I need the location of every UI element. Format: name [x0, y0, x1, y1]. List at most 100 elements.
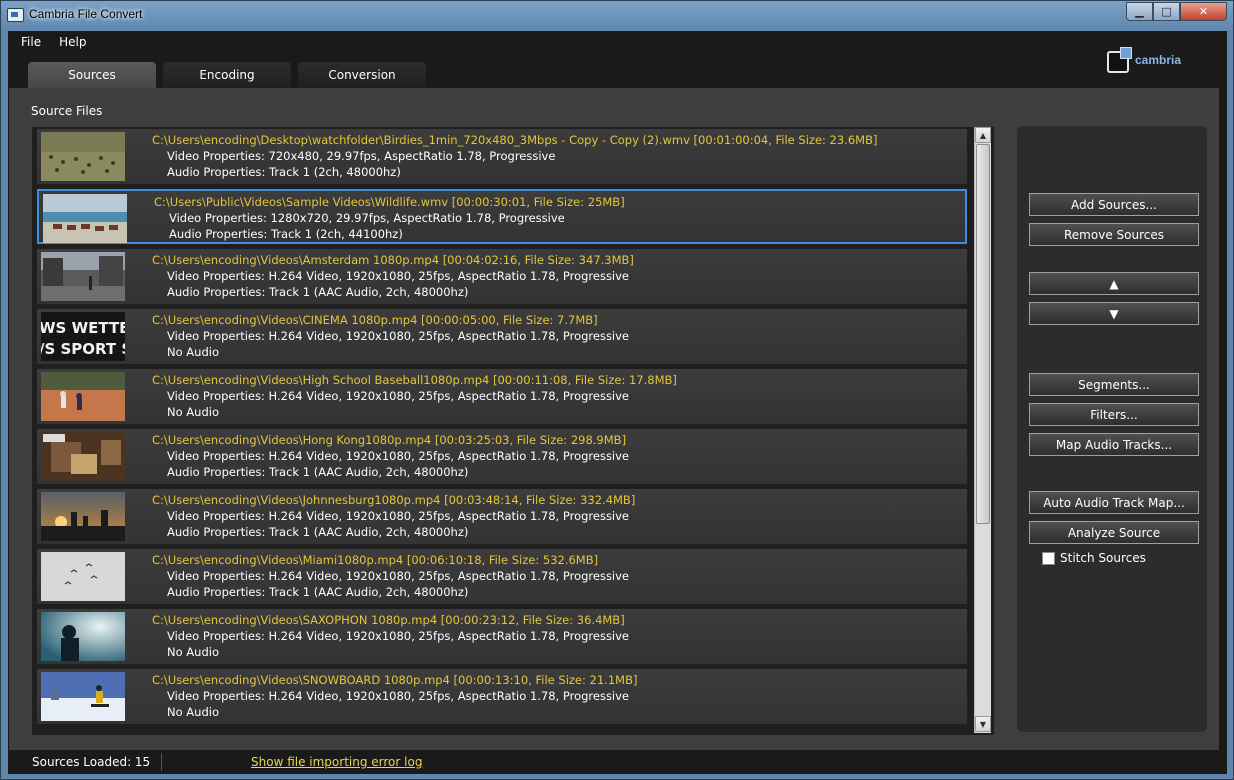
status-separator: [161, 753, 162, 771]
scroll-down-arrow-icon[interactable]: ▼: [975, 716, 991, 732]
source-thumbnail: [41, 372, 125, 421]
source-path: C:\Users\encoding\Videos\High School Bas…: [152, 373, 677, 387]
audio-properties: No Audio: [167, 645, 219, 659]
source-list-item[interactable]: C:\Users\encoding\Desktop\watchfolder\Bi…: [37, 129, 967, 184]
map-audio-tracks-button[interactable]: Map Audio Tracks...: [1029, 433, 1199, 456]
move-up-button[interactable]: ▲: [1029, 272, 1199, 295]
source-thumbnail: [43, 194, 127, 243]
source-list-item[interactable]: C:\Users\encoding\Videos\Miami1080p.mp4 …: [37, 549, 967, 604]
source-list-item[interactable]: C:\Users\encoding\Videos\Johnnesburg1080…: [37, 489, 967, 544]
stitch-sources-label: Stitch Sources: [1060, 551, 1146, 565]
add-sources-button[interactable]: Add Sources...: [1029, 193, 1199, 216]
source-thumbnail: [41, 672, 125, 721]
video-properties: Video Properties: 720x480, 29.97fps, Asp…: [167, 149, 556, 163]
thumb-text: /S SPORT SC: [41, 340, 125, 358]
cambria-logo: cambria: [1107, 47, 1189, 77]
scrollbar-thumb[interactable]: [976, 144, 990, 524]
window-controls: ▁ □ ✕: [1126, 2, 1227, 21]
source-actions-panel: Add Sources... Remove Sources ▲ ▼ Segmen…: [1017, 126, 1207, 732]
video-properties: Video Properties: H.264 Video, 1920x1080…: [167, 689, 630, 703]
audio-properties: No Audio: [167, 345, 219, 359]
source-details: C:\Users\encoding\Videos\Hong Kong1080p.…: [152, 432, 629, 480]
logo-text: cambria: [1135, 53, 1182, 67]
source-thumbnail: [41, 252, 125, 301]
tab-encoding[interactable]: Encoding: [163, 62, 291, 88]
source-list-item[interactable]: C:\Users\encoding\Videos\SAXOPHON 1080p.…: [37, 609, 967, 664]
source-list-item[interactable]: C:\Users\encoding\Videos\Hong Kong1080p.…: [37, 429, 967, 484]
source-details: C:\Users\encoding\Videos\CINEMA 1080p.mp…: [152, 312, 629, 360]
source-details: C:\Users\encoding\Videos\Johnnesburg1080…: [152, 492, 635, 540]
source-path: C:\Users\encoding\Videos\Hong Kong1080p.…: [152, 433, 627, 447]
tab-conversion[interactable]: Conversion: [298, 62, 426, 88]
menu-bar: File Help: [8, 31, 1227, 53]
audio-properties: Audio Properties: Track 1 (2ch, 48000hz): [167, 165, 401, 179]
source-details: C:\Users\encoding\Videos\SNOWBOARD 1080p…: [152, 672, 637, 720]
source-path: C:\Users\encoding\Videos\Johnnesburg1080…: [152, 493, 636, 507]
source-path: C:\Users\encoding\Videos\CINEMA 1080p.mp…: [152, 313, 598, 327]
audio-properties: Audio Properties: Track 1 (AAC Audio, 2c…: [167, 525, 469, 539]
source-list-item[interactable]: C:\Users\encoding\Videos\High School Bas…: [37, 369, 967, 424]
source-path: C:\Users\encoding\Videos\SAXOPHON 1080p.…: [152, 613, 625, 627]
main-tabs: Sources Encoding Conversion: [28, 62, 426, 88]
source-thumbnail: [41, 132, 125, 181]
source-details: C:\Users\encoding\Videos\SAXOPHON 1080p.…: [152, 612, 629, 660]
analyze-source-button[interactable]: Analyze Source: [1029, 521, 1199, 544]
source-details: C:\Users\Public\Videos\Sample Videos\Wil…: [154, 194, 625, 242]
video-properties: Video Properties: H.264 Video, 1920x1080…: [167, 509, 630, 523]
tab-sources[interactable]: Sources: [28, 62, 156, 88]
app-window: Cambria File Convert ▁ □ ✕ File Help cam…: [0, 0, 1234, 780]
source-details: C:\Users\encoding\Videos\Amsterdam 1080p…: [152, 252, 634, 300]
source-details: C:\Users\encoding\Desktop\watchfolder\Bi…: [152, 132, 877, 180]
source-path: C:\Users\encoding\Videos\Amsterdam 1080p…: [152, 253, 634, 267]
thumb-text: WS WETTER: [41, 319, 125, 337]
source-details: C:\Users\encoding\Videos\Miami1080p.mp4 …: [152, 552, 629, 600]
source-thumbnail: [41, 492, 125, 541]
video-properties: Video Properties: H.264 Video, 1920x1080…: [167, 389, 630, 403]
source-details: C:\Users\encoding\Videos\High School Bas…: [152, 372, 677, 420]
stitch-sources-option[interactable]: Stitch Sources: [1042, 551, 1146, 565]
video-properties: Video Properties: H.264 Video, 1920x1080…: [167, 569, 630, 583]
title-bar[interactable]: Cambria File Convert ▁ □ ✕: [1, 1, 1233, 31]
segments-button[interactable]: Segments...: [1029, 373, 1199, 396]
status-bar: Sources Loaded: 15 Show file importing e…: [9, 750, 1226, 774]
video-properties: Video Properties: H.264 Video, 1920x1080…: [167, 269, 630, 283]
filters-button[interactable]: Filters...: [1029, 403, 1199, 426]
source-file-list[interactable]: C:\Users\encoding\Desktop\watchfolder\Bi…: [32, 127, 994, 735]
vertical-scrollbar[interactable]: ▲ ▼: [974, 127, 991, 733]
app-icon[interactable]: [7, 8, 24, 22]
menu-help[interactable]: Help: [50, 31, 95, 53]
video-properties: Video Properties: H.264 Video, 1920x1080…: [167, 329, 630, 343]
video-properties: Video Properties: H.264 Video, 1920x1080…: [167, 629, 630, 643]
source-list-item[interactable]: WS WETTER/S SPORT SC C:\Users\encoding\Vi…: [37, 309, 967, 364]
logo-icon: [1107, 47, 1132, 73]
source-list-item[interactable]: C:\Users\encoding\Videos\Amsterdam 1080p…: [37, 249, 967, 304]
stitch-sources-checkbox[interactable]: [1042, 551, 1055, 565]
auto-audio-track-map-button[interactable]: Auto Audio Track Map...: [1029, 491, 1199, 514]
close-button[interactable]: ✕: [1180, 2, 1227, 21]
sources-loaded-count: Sources Loaded: 15: [32, 755, 151, 769]
client-area: File Help cambria Sources Encoding Conve…: [8, 31, 1227, 774]
audio-properties: No Audio: [167, 405, 219, 419]
remove-sources-button[interactable]: Remove Sources: [1029, 223, 1199, 246]
source-path: C:\Users\encoding\Desktop\watchfolder\Bi…: [152, 133, 878, 147]
audio-properties: Audio Properties: Track 1 (AAC Audio, 2c…: [167, 285, 469, 299]
source-path: C:\Users\encoding\Videos\SNOWBOARD 1080p…: [152, 673, 638, 687]
video-properties: Video Properties: H.264 Video, 1920x1080…: [167, 449, 630, 463]
source-thumbnail: WS WETTER/S SPORT SC: [41, 312, 125, 361]
audio-properties: Audio Properties: Track 1 (AAC Audio, 2c…: [167, 585, 469, 599]
minimize-button[interactable]: ▁: [1126, 2, 1153, 21]
source-list-item[interactable]: C:\Users\encoding\Videos\SNOWBOARD 1080p…: [37, 669, 967, 724]
maximize-button[interactable]: □: [1153, 2, 1180, 21]
window-title: Cambria File Convert: [29, 7, 143, 21]
audio-properties: Audio Properties: Track 1 (2ch, 44100hz): [169, 227, 403, 241]
audio-properties: Audio Properties: Track 1 (AAC Audio, 2c…: [167, 465, 469, 479]
source-path: C:\Users\Public\Videos\Sample Videos\Wil…: [154, 195, 625, 209]
move-down-button[interactable]: ▼: [1029, 302, 1199, 325]
source-thumbnail: [41, 612, 125, 661]
source-thumbnail: [41, 552, 125, 601]
source-list-item[interactable]: C:\Users\Public\Videos\Sample Videos\Wil…: [37, 189, 967, 244]
scroll-up-arrow-icon[interactable]: ▲: [975, 127, 991, 143]
menu-file[interactable]: File: [12, 31, 50, 53]
audio-properties: No Audio: [167, 705, 219, 719]
error-log-link[interactable]: Show file importing error log: [251, 755, 422, 769]
